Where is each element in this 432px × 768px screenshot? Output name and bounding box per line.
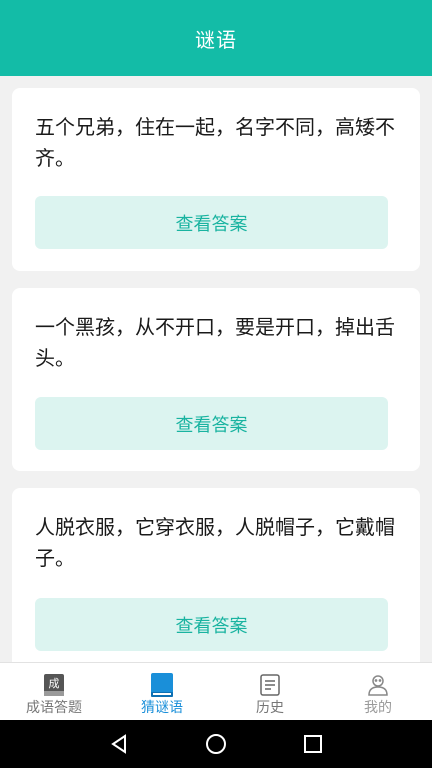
riddle-card: 五个兄弟，住在一起，名字不同，高矮不齐。 查看答案 xyxy=(12,88,420,271)
back-triangle-icon xyxy=(110,734,126,754)
view-answer-button[interactable]: 查看答案 xyxy=(35,397,388,450)
idiom-badge-text: 成 xyxy=(49,677,60,690)
tab-label: 我的 xyxy=(364,700,392,716)
tab-history[interactable]: 历史 xyxy=(216,663,324,720)
idiom-book-icon: 成 xyxy=(41,672,67,698)
riddle-card: 人脱衣服，它穿衣服，人脱帽子，它戴帽子。 查看答案 xyxy=(12,488,420,662)
recents-button[interactable] xyxy=(293,724,333,764)
view-answer-button[interactable]: 查看答案 xyxy=(35,598,388,651)
person-icon xyxy=(365,672,391,698)
tab-guess-riddle[interactable]: 猜谜语 xyxy=(108,663,216,720)
system-nav-bar xyxy=(0,720,432,768)
riddle-text: 五个兄弟，住在一起，名字不同，高矮不齐。 xyxy=(35,115,395,170)
riddle-list[interactable]: 五个兄弟，住在一起，名字不同，高矮不齐。 查看答案 一个黑孩，从不开口，要是开口… xyxy=(0,76,432,662)
riddle-text: 一个黑孩，从不开口，要是开口，掉出舌头。 xyxy=(35,315,395,370)
page-title: 谜语 xyxy=(195,27,237,52)
view-answer-button[interactable]: 查看答案 xyxy=(35,196,388,249)
tab-profile[interactable]: 我的 xyxy=(324,663,432,720)
home-circle-icon xyxy=(205,734,226,754)
tab-label: 成语答题 xyxy=(26,700,82,716)
tab-label: 历史 xyxy=(256,700,284,716)
riddle-card: 一个黑孩，从不开口，要是开口，掉出舌头。 查看答案 xyxy=(12,288,420,471)
header-bar: 谜语 xyxy=(0,0,432,76)
bottom-tab-bar: 成 成语答题 猜谜语 历史 我的 xyxy=(0,662,432,720)
blue-book-icon xyxy=(149,672,175,698)
riddle-text: 人脱衣服，它穿衣服，人脱帽子，它戴帽子。 xyxy=(35,515,395,570)
home-button[interactable] xyxy=(196,724,236,764)
recents-square-icon xyxy=(304,735,323,753)
document-icon xyxy=(257,672,283,698)
tab-idiom-quiz[interactable]: 成 成语答题 xyxy=(0,663,108,720)
tab-label: 猜谜语 xyxy=(141,700,183,716)
back-button[interactable] xyxy=(99,724,139,764)
